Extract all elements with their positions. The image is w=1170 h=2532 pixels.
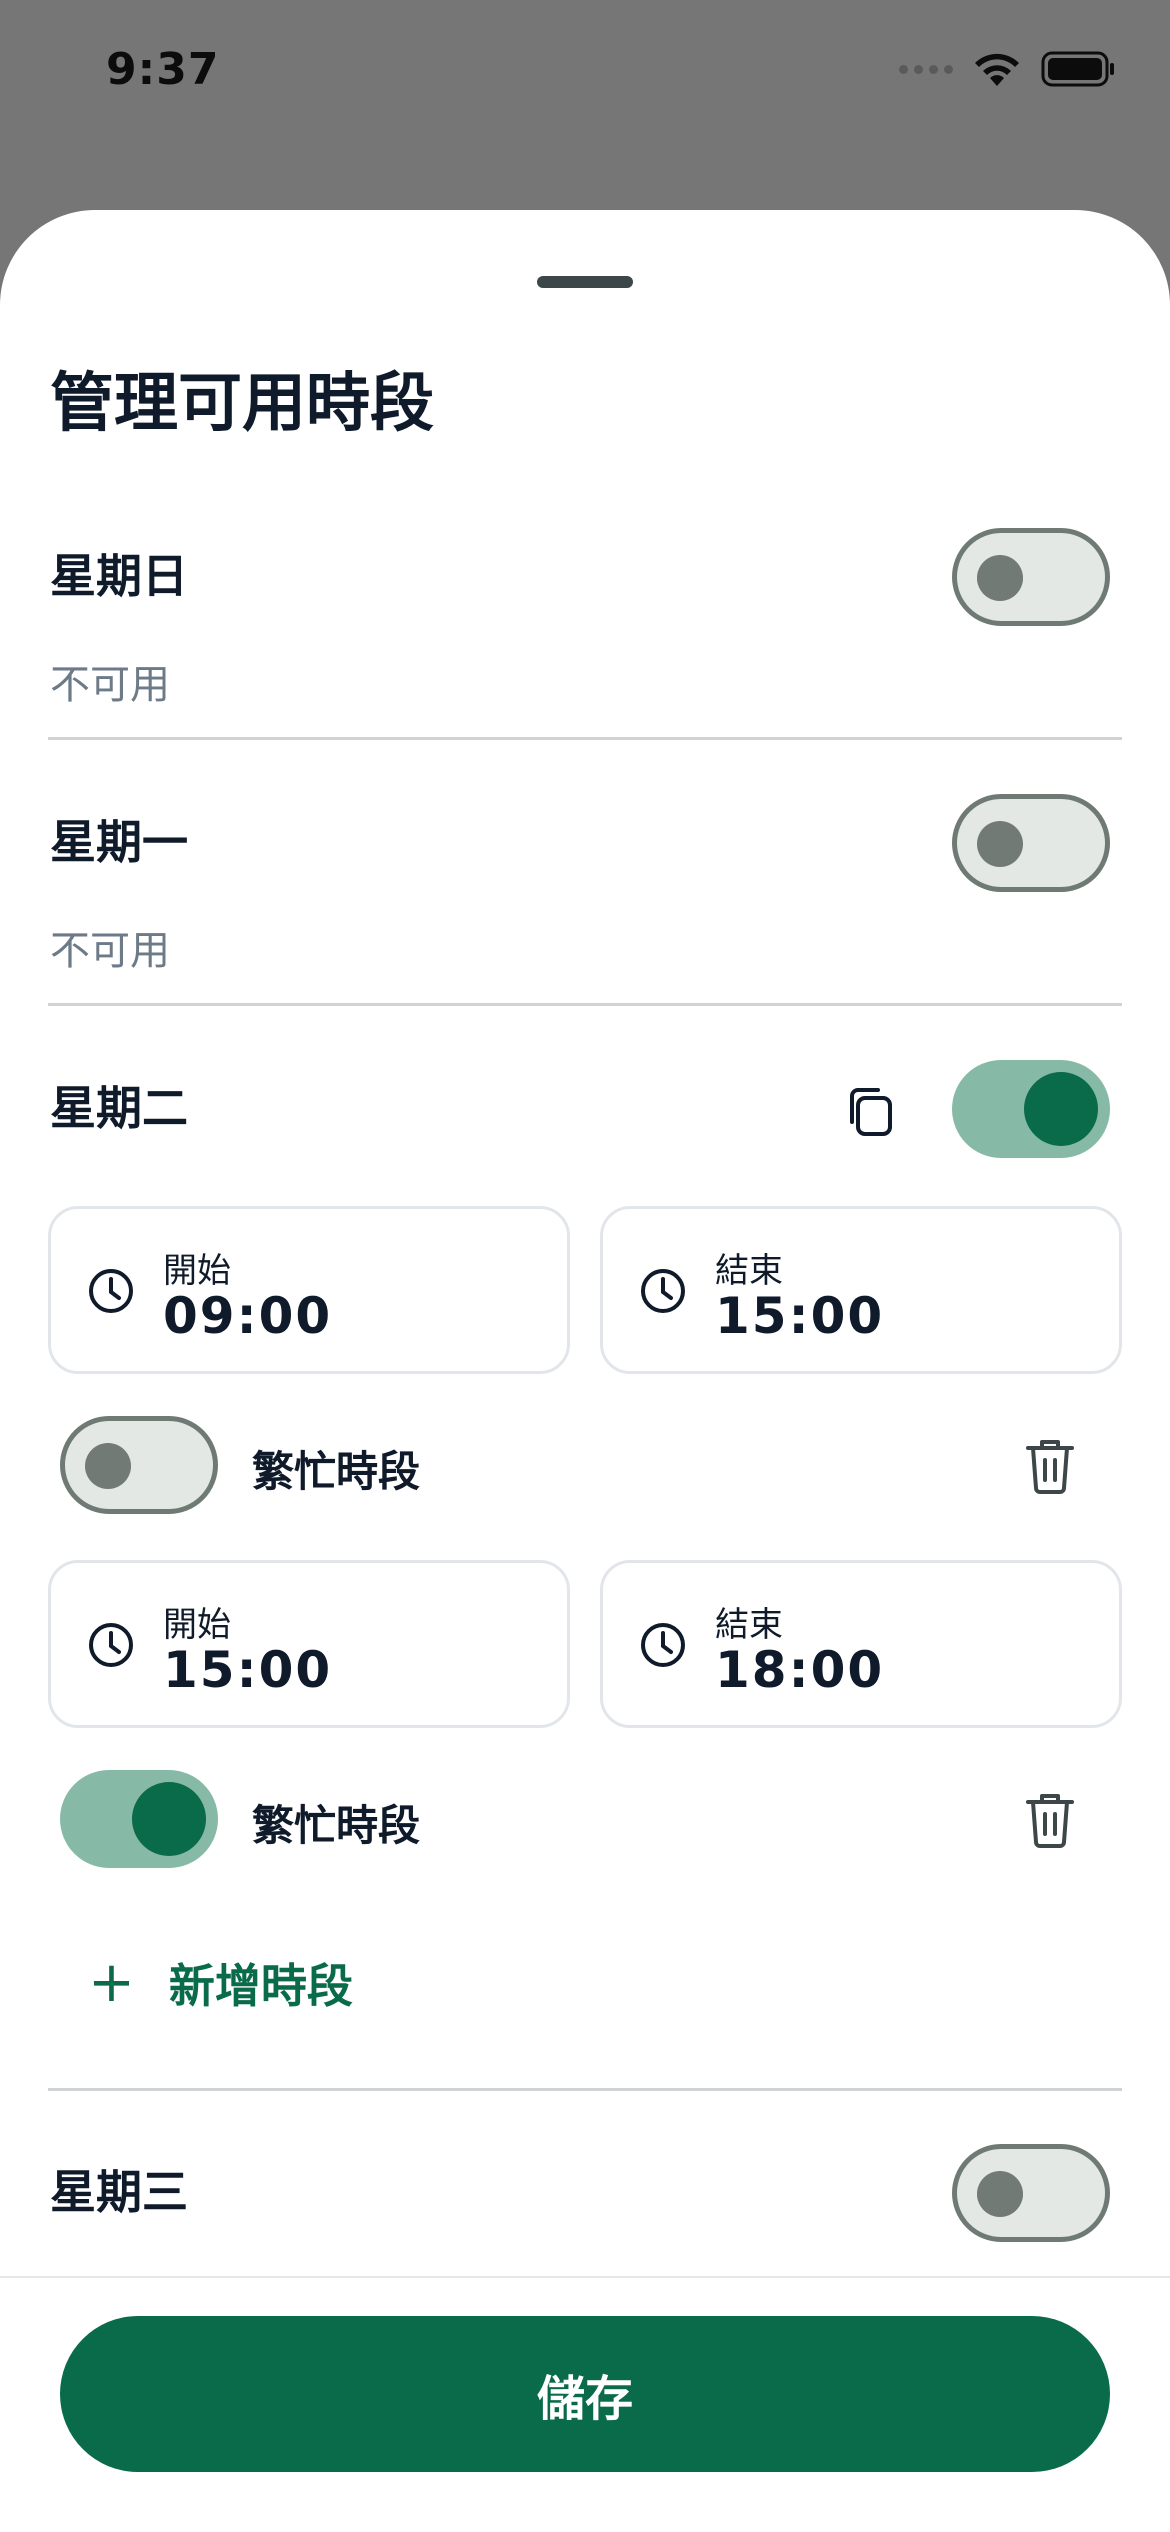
add-slot-button[interactable]: + 新增時段 bbox=[88, 1950, 353, 2016]
toggle-knob bbox=[977, 555, 1023, 601]
wifi-icon bbox=[975, 53, 1019, 86]
status-bar: 9:37 bbox=[0, 0, 1170, 150]
busy-toggle[interactable] bbox=[60, 1770, 218, 1868]
trash-icon[interactable] bbox=[1024, 1436, 1076, 1494]
day-label-wednesday: 星期三 bbox=[50, 2165, 188, 2219]
busy-label: 繁忙時段 bbox=[252, 1801, 421, 1850]
toggle-knob bbox=[1024, 1072, 1098, 1146]
start-value: 09:00 bbox=[163, 1287, 333, 1345]
battery-icon bbox=[1041, 51, 1114, 87]
day-status-monday: 不可用 bbox=[50, 928, 170, 974]
add-slot-label: 新增時段 bbox=[168, 1959, 353, 2013]
clock-icon bbox=[641, 1623, 685, 1667]
clock-icon bbox=[89, 1623, 133, 1667]
clock-icon bbox=[89, 1269, 133, 1313]
day-label-monday: 星期一 bbox=[50, 815, 188, 869]
toggle-sunday[interactable] bbox=[952, 528, 1110, 626]
copy-icon[interactable] bbox=[840, 1082, 900, 1142]
divider bbox=[48, 2088, 1122, 2091]
toggle-wednesday[interactable] bbox=[952, 2144, 1110, 2242]
busy-toggle[interactable] bbox=[60, 1416, 218, 1514]
trash-icon[interactable] bbox=[1024, 1790, 1076, 1848]
footer: 儲存 bbox=[0, 2276, 1170, 2532]
divider bbox=[48, 737, 1122, 740]
end-time-field[interactable]: 結束 15:00 bbox=[600, 1206, 1122, 1374]
end-label: 結束 bbox=[715, 1251, 783, 1291]
day-label-sunday: 星期日 bbox=[50, 549, 188, 603]
start-value: 15:00 bbox=[163, 1641, 333, 1699]
start-label: 開始 bbox=[163, 1605, 231, 1645]
toggle-knob bbox=[977, 2171, 1023, 2217]
busy-label: 繁忙時段 bbox=[252, 1447, 421, 1496]
toggle-monday[interactable] bbox=[952, 794, 1110, 892]
availability-sheet: 管理可用時段 星期日 不可用 星期一 不可用 星期二 開始 09:00 結束 1… bbox=[0, 210, 1170, 2532]
plus-icon: + bbox=[88, 1950, 135, 2015]
toggle-knob bbox=[85, 1443, 131, 1489]
signal-icon bbox=[899, 64, 953, 74]
end-time-field[interactable]: 結束 18:00 bbox=[600, 1560, 1122, 1728]
divider bbox=[48, 1003, 1122, 1006]
start-time-field[interactable]: 開始 15:00 bbox=[48, 1560, 570, 1728]
toggle-tuesday[interactable] bbox=[952, 1060, 1110, 1158]
day-status-sunday: 不可用 bbox=[50, 662, 170, 708]
end-value: 15:00 bbox=[715, 1287, 885, 1345]
end-value: 18:00 bbox=[715, 1641, 885, 1699]
status-icons bbox=[899, 50, 1115, 88]
page-title: 管理可用時段 bbox=[50, 367, 434, 441]
sheet-grabber[interactable] bbox=[537, 276, 633, 288]
save-button[interactable]: 儲存 bbox=[60, 2316, 1110, 2472]
start-label: 開始 bbox=[163, 1251, 231, 1291]
toggle-knob bbox=[977, 821, 1023, 867]
status-time: 9:37 bbox=[106, 44, 220, 95]
day-label-tuesday: 星期二 bbox=[50, 1081, 188, 1135]
toggle-knob bbox=[132, 1782, 206, 1856]
end-label: 結束 bbox=[715, 1605, 783, 1645]
clock-icon bbox=[641, 1269, 685, 1313]
start-time-field[interactable]: 開始 09:00 bbox=[48, 1206, 570, 1374]
